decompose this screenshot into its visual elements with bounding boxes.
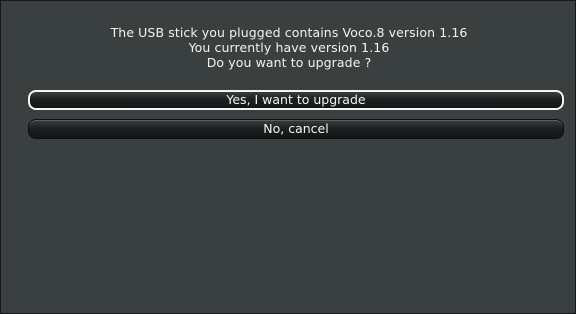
upgrade-message: The USB stick you plugged contains Voco.… bbox=[1, 25, 576, 70]
message-line-question: Do you want to upgrade ? bbox=[206, 55, 372, 70]
confirm-upgrade-button[interactable]: Yes, I want to upgrade bbox=[28, 90, 564, 110]
upgrade-dialog: The USB stick you plugged contains Voco.… bbox=[0, 0, 576, 314]
message-line-current-version: You currently have version 1.16 bbox=[188, 40, 390, 55]
cancel-button[interactable]: No, cancel bbox=[28, 119, 564, 139]
message-line-usb-version: The USB stick you plugged contains Voco.… bbox=[110, 25, 468, 40]
